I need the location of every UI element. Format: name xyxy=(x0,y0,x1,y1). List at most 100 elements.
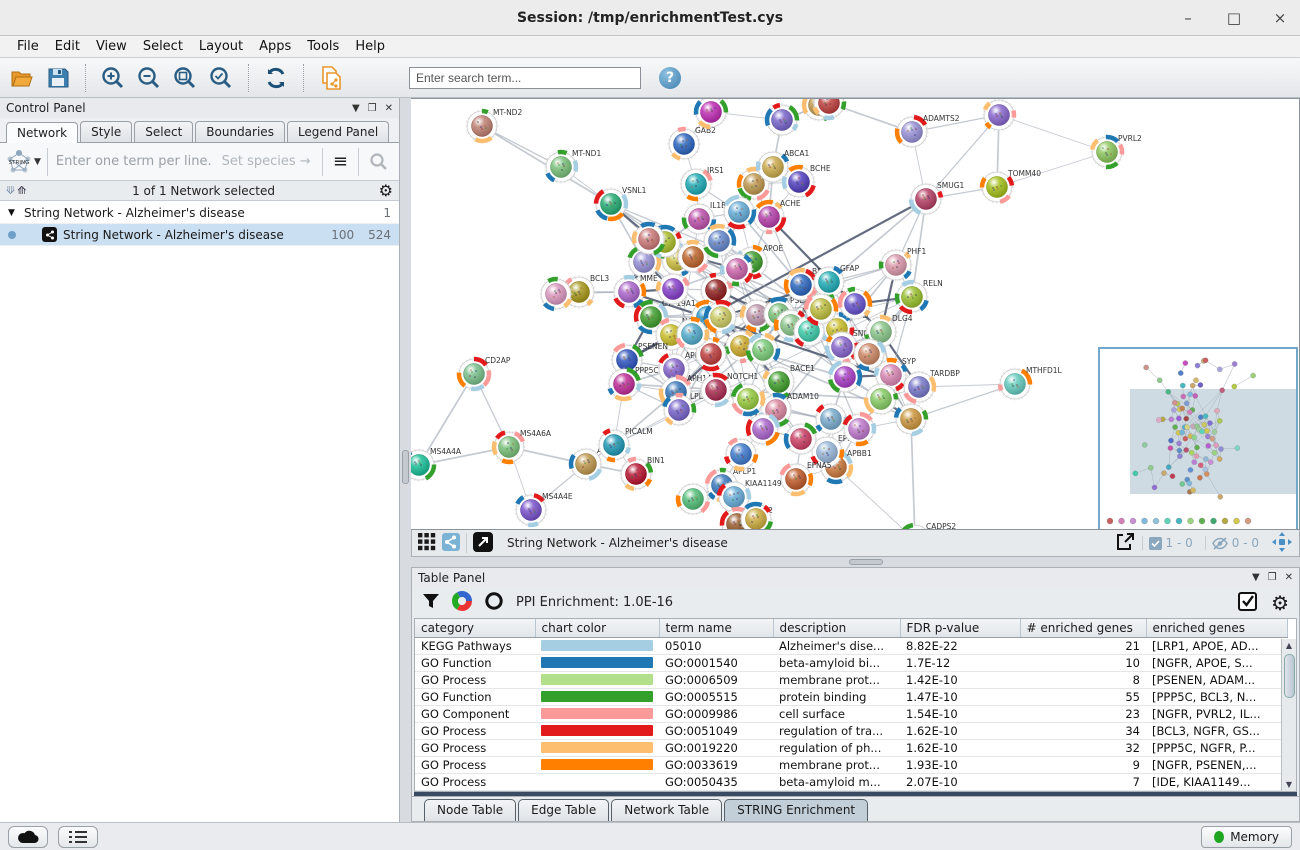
table-row[interactable]: GO Process GO:0006509membrane prot...1.4… xyxy=(415,671,1287,688)
zoom-in-icon[interactable] xyxy=(99,64,127,92)
network-node[interactable] xyxy=(741,504,771,530)
network-node[interactable] xyxy=(854,339,884,369)
collapse-all-icon[interactable]: ⟰ xyxy=(17,184,24,197)
tab-edge-table[interactable]: Edge Table xyxy=(518,799,609,821)
network-node[interactable] xyxy=(844,414,874,444)
remove-chart-icon[interactable] xyxy=(484,591,504,614)
open-session-icon[interactable] xyxy=(8,64,36,92)
menu-apps[interactable]: Apps xyxy=(252,37,298,56)
enrichment-chart-icon[interactable] xyxy=(452,591,472,614)
export-network-icon[interactable] xyxy=(1114,532,1136,555)
column-header[interactable]: description xyxy=(773,619,900,638)
network-node[interactable] xyxy=(704,226,734,256)
menu-help[interactable]: Help xyxy=(348,37,392,56)
menu-layout[interactable]: Layout xyxy=(192,37,250,56)
network-node-tardbp[interactable]: TARDBP xyxy=(904,369,960,402)
network-node[interactable] xyxy=(678,242,708,272)
network-node[interactable] xyxy=(696,99,726,127)
network-tree-row[interactable]: ▼ String Network - Alzheimer's disease 1 xyxy=(0,202,399,224)
network-node-cd2ap[interactable]: CD2AP xyxy=(459,356,511,389)
network-node-phf1[interactable]: PHF1 xyxy=(881,247,926,280)
close-button[interactable]: × xyxy=(1270,9,1290,27)
network-overview-navigator[interactable] xyxy=(1098,347,1298,530)
network-node[interactable] xyxy=(722,254,752,284)
zoom-fit-icon[interactable] xyxy=(171,64,199,92)
table-panel-close-icon[interactable]: ✕ xyxy=(1285,572,1293,583)
network-node-bche[interactable]: BCHE xyxy=(784,164,831,197)
table-panel-menu-icon[interactable]: ▼ xyxy=(1252,572,1260,583)
table-row[interactable]: GO Function GO:0001540beta-amyloid bi...… xyxy=(415,654,1287,671)
network-node[interactable] xyxy=(726,439,756,469)
horizontal-splitter[interactable] xyxy=(411,557,1300,567)
network-node[interactable] xyxy=(786,424,816,454)
table-row[interactable]: GO Process GO:0019220regulation of ph...… xyxy=(415,739,1287,756)
network-node-gab2[interactable]: GAB2 xyxy=(669,126,716,159)
network-node-smug1[interactable]: SMUG1 xyxy=(911,181,965,214)
select-terms-checkbox-icon[interactable] xyxy=(1238,592,1257,614)
network-node-pvrl2[interactable]: PVRL2 xyxy=(1092,134,1142,167)
network-node[interactable] xyxy=(748,414,778,444)
network-node-vsnl1[interactable]: VSNL1 xyxy=(596,186,647,219)
menu-tools[interactable]: Tools xyxy=(300,37,346,56)
tab-string-enrichment[interactable]: STRING Enrichment xyxy=(724,799,868,821)
network-node-bin1[interactable]: BIN1 xyxy=(621,456,665,489)
menu-file[interactable]: File xyxy=(10,37,46,56)
cloud-tasks-button[interactable] xyxy=(8,826,48,848)
network-node[interactable] xyxy=(658,274,688,304)
table-row[interactable]: GO Process GO:0050435beta-amyloid m...2.… xyxy=(415,773,1287,790)
search-input[interactable] xyxy=(409,67,641,89)
network-node-ache[interactable]: ACHE xyxy=(754,199,801,232)
column-header[interactable]: category xyxy=(415,619,535,638)
table-vertical-scrollbar[interactable]: ▲ ▼ xyxy=(1281,639,1296,791)
collapse-caret-icon[interactable]: ▼ xyxy=(8,208,18,218)
string-query-input[interactable]: Enter one term per line. Set species → xyxy=(48,154,322,169)
table-row[interactable]: GO Function GO:0005515protein binding1.4… xyxy=(415,688,1287,705)
column-header[interactable]: term name xyxy=(659,619,773,638)
string-protein-query-icon[interactable]: STRING ▼ xyxy=(6,148,48,176)
tab-network-table[interactable]: Network Table xyxy=(611,799,722,821)
menu-view[interactable]: View xyxy=(89,37,134,56)
zoom-out-icon[interactable] xyxy=(135,64,163,92)
zoom-selected-icon[interactable] xyxy=(207,64,235,92)
scrollbar-thumb[interactable] xyxy=(1284,654,1295,698)
grid-view-icon[interactable] xyxy=(418,533,436,554)
network-node-adamts2[interactable]: ADAMTS2 xyxy=(897,114,960,147)
network-node[interactable] xyxy=(678,484,708,514)
network-node-ms4a4e[interactable]: MS4A4E xyxy=(516,492,573,525)
network-node-tomm40[interactable]: TOMM40 xyxy=(982,169,1041,202)
network-tree-row[interactable]: String Network - Alzheimer's disease 100… xyxy=(0,224,399,246)
network-node[interactable] xyxy=(816,404,846,434)
table-row[interactable]: GO Component GO:0009986cell surface1.54E… xyxy=(415,705,1287,722)
tab-select[interactable]: Select xyxy=(134,121,193,142)
network-node[interactable] xyxy=(733,384,763,414)
network-node[interactable] xyxy=(984,100,1014,130)
network-node-efna5[interactable]: EFNA5 xyxy=(781,461,832,494)
maximize-button[interactable]: □ xyxy=(1224,9,1244,27)
vertical-splitter[interactable] xyxy=(400,98,411,822)
network-node-ppp5c[interactable]: PPP5C xyxy=(609,366,659,399)
network-node[interactable] xyxy=(806,294,836,324)
network-node[interactable] xyxy=(706,302,736,332)
table-row[interactable]: GO Process GO:0051049regulation of tra..… xyxy=(415,722,1287,739)
network-node[interactable] xyxy=(677,319,707,349)
save-session-icon[interactable] xyxy=(44,64,72,92)
scroll-down-icon[interactable]: ▼ xyxy=(1286,778,1292,791)
string-options-icon[interactable]: ≡ xyxy=(322,148,358,176)
tab-style[interactable]: Style xyxy=(80,121,132,142)
share-network-icon[interactable] xyxy=(442,533,460,554)
network-node-mt-nd1[interactable]: MT-ND1 xyxy=(546,149,601,182)
menu-select[interactable]: Select xyxy=(136,37,190,56)
tab-network[interactable]: Network xyxy=(6,122,78,143)
tab-node-table[interactable]: Node Table xyxy=(424,799,516,821)
pan-navigation-icon[interactable] xyxy=(1271,531,1293,556)
memory-button[interactable]: Memory xyxy=(1201,826,1292,848)
copy-network-icon[interactable] xyxy=(317,64,345,92)
panel-menu-icon[interactable]: ▼ xyxy=(352,103,360,114)
string-search-icon[interactable] xyxy=(358,148,393,176)
network-node-cadps2[interactable]: CADPS2 xyxy=(900,522,956,530)
expand-all-icon[interactable]: ⟱ xyxy=(6,184,13,197)
network-node[interactable] xyxy=(541,279,571,309)
network-node-reln[interactable]: RELN xyxy=(897,279,943,312)
menu-edit[interactable]: Edit xyxy=(48,37,87,56)
network-node[interactable] xyxy=(840,289,870,319)
